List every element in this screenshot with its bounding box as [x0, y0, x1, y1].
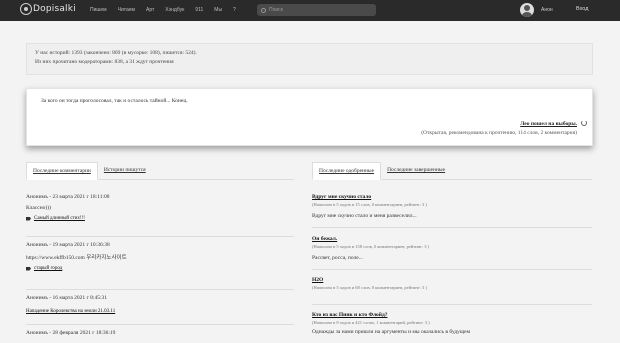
comment-story-link-row[interactable]: Самый длинный стих!!! [26, 216, 294, 221]
story-title-link[interactable]: Он бежал. [312, 236, 592, 242]
comment-meta: Анонимъ - 28 февраля 2021 г 18:36:19 [26, 330, 116, 336]
top-bar: Dopisalki Пишем Читаем Арт Хэндбук 911 М… [0, 0, 620, 21]
search-icon [261, 7, 266, 13]
story-title-link[interactable]: Вдруг мне скучно стало [312, 194, 592, 200]
list-item: Анонимъ - 16 марта 2021 г 8:45:31 Нападе… [26, 290, 294, 324]
nav-item-read[interactable]: Читаем [118, 7, 135, 13]
comment-meta: Анонимъ - 16 марта 2021 г 8:45:31 [26, 295, 107, 301]
nav-item-write[interactable]: Пишем [90, 7, 107, 13]
tab-latest-comments[interactable]: Последние комментарии [26, 162, 98, 180]
list-item: Вдруг мне скучно стало (Написана в 5 ход… [312, 180, 592, 222]
search-input[interactable]: Поиск [257, 4, 376, 16]
list-item: H2O (Написана в 5 ходов и 68 слов, 0 ком… [312, 270, 592, 304]
tab-latest-finished[interactable]: Последние завершенные [381, 162, 451, 180]
story-excerpt: Рассвет, росса, поле... [312, 255, 363, 261]
nav-item-help[interactable]: ? [233, 7, 236, 13]
nav-item-art[interactable]: Арт [146, 7, 154, 13]
stats-line-stories: У нас историй: 1393 (закончено: 869 (в м… [35, 50, 197, 56]
comments-tabs: Последние комментарии Истории пишутся [26, 162, 294, 180]
story-excerpt: Однажды за нами пришли на аргументы и мы… [312, 329, 471, 335]
story-excerpt: За кого он тогда проголосовал, так и ост… [41, 98, 188, 104]
logo-text: Dopisalki [33, 4, 76, 14]
avatar[interactable] [520, 3, 534, 17]
story-title-link[interactable]: Лео пошел на выборы. [520, 121, 577, 127]
stories-tabs: Последние одобренные Последние завершенн… [312, 162, 592, 180]
story-info: (Написана в 5 ходов и 15 слов, 0 коммент… [312, 202, 427, 207]
stats-line-moderation: Из них прочитано модераторами: 838, а 31… [35, 59, 174, 65]
list-item: Анонимъ - 28 февраля 2021 г 18:36:19 [26, 325, 294, 336]
list-item: Анонимъ - 19 марта 2021 г 10:36:38 https… [26, 237, 294, 279]
comment-story-link-row[interactable]: старый город [26, 266, 294, 271]
login-link[interactable]: Вход [576, 6, 588, 12]
stories-panel: Последние одобренные Последние завершенн… [312, 162, 592, 335]
story-excerpt: Вдруг мне скучно стало и меня развеселил… [312, 213, 417, 219]
story-info: (Написана в 8 ходов и 421 слово, 1 комме… [312, 320, 430, 325]
list-item: Анонимъ - 23 марта 2021 г 18:11:08 Класс… [26, 180, 294, 224]
story-info: (Написана в 5 ходов и 158 слов, 0 коммен… [312, 244, 430, 249]
comment-text: Классно))) [26, 205, 51, 211]
user-name[interactable]: Анон [541, 7, 553, 13]
story-title-link[interactable]: H2O [312, 277, 592, 283]
nav-item-911[interactable]: 911 [195, 7, 203, 13]
comment-story-link[interactable]: Самый длинный стих!!! [34, 216, 85, 221]
comment-meta: Анонимъ - 19 марта 2021 г 10:36:38 [26, 242, 110, 248]
refresh-icon[interactable] [581, 120, 587, 126]
site-logo[interactable]: Dopisalki [20, 3, 76, 15]
featured-story-card: За кого он тогда проголосовал, так и ост… [26, 88, 593, 146]
search-placeholder: Поиск [269, 7, 283, 13]
nav-item-handbook[interactable]: Хэндбук [165, 7, 184, 13]
story-title-link[interactable]: Кто из вас Пинк и кто Флойд? [312, 312, 592, 318]
story-info: (Написана в 5 ходов и 68 слов, 0 коммент… [312, 285, 427, 290]
nav-item-about[interactable]: Мы [214, 7, 222, 13]
list-item: Кто из вас Пинк и кто Флойд? (Написана в… [312, 305, 592, 335]
main-nav: Пишем Читаем Арт Хэндбук 911 Мы ? [90, 7, 247, 13]
logo-icon [20, 3, 32, 15]
comment-story-link[interactable]: старый город [34, 266, 62, 271]
tag-icon [26, 266, 31, 271]
comment-text: https://www.ekffb150.com 우리카지노사이트 [26, 255, 127, 261]
list-item: Он бежал. (Написана в 5 ходов и 158 слов… [312, 228, 592, 269]
site-stats: У нас историй: 1393 (закончено: 869 (в м… [26, 43, 593, 75]
comments-panel: Последние комментарии Истории пишутся Ан… [26, 162, 294, 336]
comment-meta: Анонимъ - 23 марта 2021 г 18:11:08 [26, 194, 110, 200]
tag-icon [26, 216, 31, 221]
story-meta: (Открытая, рекомендована к прочтению, 11… [421, 130, 577, 136]
comment-story-link[interactable]: Нападение Королевства на земли 21.03.11 [26, 309, 294, 314]
tab-stories-in-progress[interactable]: Истории пишутся [98, 162, 152, 180]
tab-latest-approved[interactable]: Последние одобренные [312, 162, 382, 180]
